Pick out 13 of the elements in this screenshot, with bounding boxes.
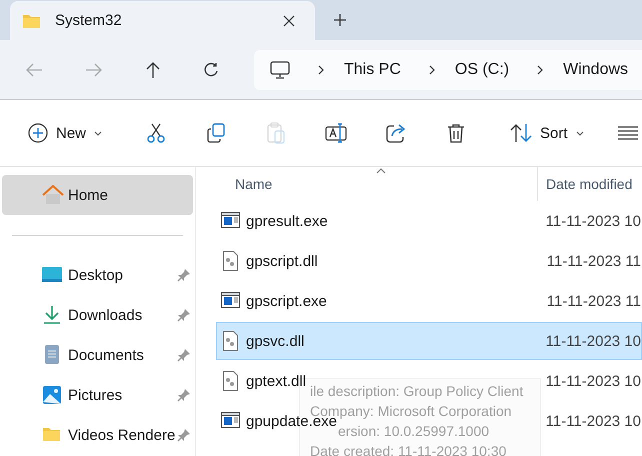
- date-cell: 11-11-2023 10: [546, 412, 641, 430]
- date-cell: 11-11-2023 11: [546, 292, 641, 310]
- file-name: gpscript.exe: [246, 292, 328, 310]
- tab-title: System32: [55, 12, 123, 29]
- file-name: gpscript.dll: [246, 252, 319, 270]
- tooltip-text: Date created: 11-11-2023 10:30: [309, 442, 508, 456]
- file-name: gptext.dll: [246, 372, 308, 390]
- date-cell: 11-11-2023 10: [546, 212, 641, 230]
- date-cell: 11-11-2023 11: [546, 252, 641, 270]
- date-cell: 11-11-2023 10: [546, 372, 641, 390]
- file-name: gpresult.exe: [246, 212, 329, 230]
- file-name: gpsvc.dll: [246, 332, 306, 350]
- date-cell: 11-11-2023 10: [546, 332, 641, 350]
